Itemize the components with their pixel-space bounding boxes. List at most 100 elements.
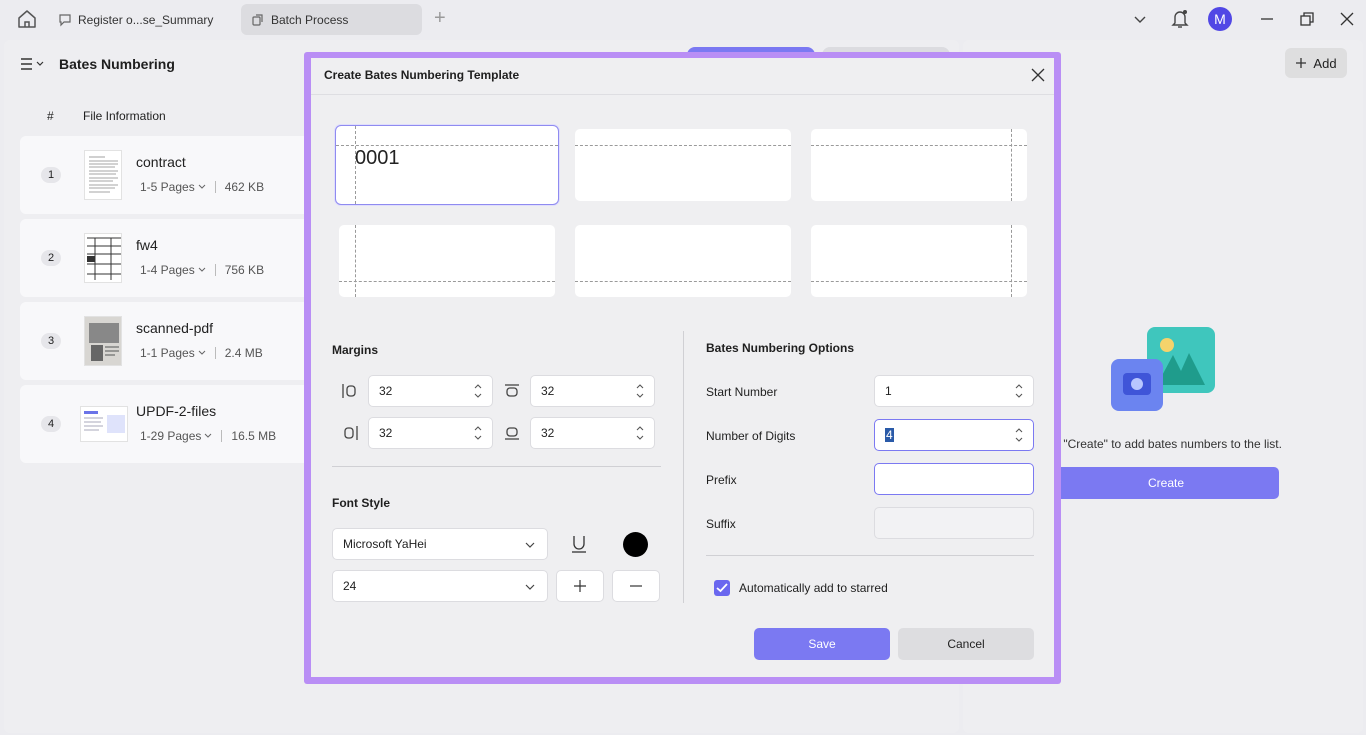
start-number-stepper[interactable]: 1 [874, 375, 1034, 407]
bottom-margin-icon [503, 424, 521, 442]
font-family-value: Microsoft YaHei [343, 537, 427, 551]
stepper-arrows-icon[interactable] [1014, 425, 1024, 445]
divider [683, 331, 684, 603]
create-template-dialog: Create Bates Numbering Template 0001 Mar… [311, 58, 1054, 677]
position-top-right[interactable] [811, 129, 1027, 201]
file-row[interactable]: 4 UPDF-2-files 1-29 Pages 16.5 MB [20, 385, 320, 463]
left-margin-value: 32 [379, 384, 393, 398]
divider [311, 94, 1054, 95]
top-margin-stepper[interactable]: 32 [530, 375, 655, 407]
font-style-title: Font Style [332, 496, 391, 510]
file-name: UPDF-2-files [136, 403, 217, 419]
file-thumbnail [84, 233, 122, 283]
page-range-dropdown[interactable]: 1-5 Pages [140, 180, 195, 194]
file-thumbnail [84, 316, 122, 366]
position-bottom-left[interactable] [339, 225, 555, 297]
page-range-dropdown[interactable]: 1-29 Pages [140, 429, 201, 443]
position-top-center[interactable] [575, 129, 791, 201]
suffix-input[interactable] [874, 507, 1034, 539]
chevron-down-icon [198, 184, 206, 189]
close-icon[interactable] [1029, 66, 1047, 84]
file-thumbnail [80, 406, 128, 442]
digits-stepper[interactable]: 4 [874, 419, 1034, 451]
right-margin-value: 32 [379, 426, 393, 440]
font-size-value: 24 [343, 579, 357, 593]
auto-star-label[interactable]: Automatically add to starred [739, 581, 888, 595]
row-number: 2 [41, 250, 61, 266]
title-bar: Register o...se_Summary Batch Process + … [0, 0, 1366, 38]
file-size: 756 KB [224, 263, 265, 277]
file-name: fw4 [136, 237, 158, 253]
minus-icon [630, 585, 642, 587]
position-bottom-right[interactable] [811, 225, 1027, 297]
digits-label: Number of Digits [706, 429, 796, 443]
save-button[interactable]: Save [754, 628, 890, 660]
increase-font-button[interactable] [556, 570, 604, 602]
auto-star-checkbox[interactable] [714, 580, 730, 596]
tab-label: Batch Process [271, 12, 349, 27]
file-row[interactable]: 2 fw4 1-4 Pages 756 KB [20, 219, 320, 297]
bell-icon[interactable] [1169, 8, 1191, 30]
close-window-icon[interactable] [1336, 8, 1358, 30]
divider [332, 466, 661, 467]
chevron-down-icon[interactable] [1129, 8, 1151, 30]
plus-icon [1296, 58, 1307, 68]
create-button[interactable]: Create [1053, 467, 1279, 499]
font-family-select[interactable]: Microsoft YaHei [332, 528, 548, 560]
add-template-button[interactable]: Add [1285, 48, 1347, 78]
page-range-dropdown[interactable]: 1-1 Pages [140, 346, 195, 360]
file-name: scanned-pdf [136, 320, 214, 336]
stepper-arrows-icon[interactable] [473, 381, 483, 401]
file-meta: 1-5 Pages 462 KB [140, 180, 264, 194]
row-number: 3 [41, 333, 61, 349]
minimize-icon[interactable] [1256, 8, 1278, 30]
decrease-font-button[interactable] [612, 570, 660, 602]
prefix-label: Prefix [706, 473, 737, 487]
restore-icon[interactable] [1296, 8, 1318, 30]
dialog-title: Create Bates Numbering Template [324, 68, 520, 82]
stepper-arrows-icon[interactable] [635, 423, 645, 443]
cancel-button[interactable]: Cancel [898, 628, 1034, 660]
column-header-number: # [47, 109, 54, 123]
underline-icon[interactable] [569, 533, 589, 555]
row-number: 4 [41, 416, 61, 432]
position-top-left[interactable]: 0001 [335, 125, 559, 205]
stepper-arrows-icon[interactable] [635, 381, 645, 401]
home-icon[interactable] [15, 8, 39, 30]
tab-batch-process[interactable]: Batch Process [241, 4, 422, 35]
file-row[interactable]: 1 contract 1-5 Pages 462 KB [20, 136, 320, 214]
comment-icon [58, 13, 72, 27]
bottom-margin-stepper[interactable]: 32 [530, 417, 655, 449]
file-size: 462 KB [224, 180, 265, 194]
checkmark-icon [716, 583, 728, 593]
right-margin-stepper[interactable]: 32 [368, 417, 493, 449]
left-margin-stepper[interactable]: 32 [368, 375, 493, 407]
prefix-input[interactable] [874, 463, 1034, 495]
file-row[interactable]: 3 scanned-pdf 1-1 Pages 2.4 MB [20, 302, 320, 380]
file-size: 2.4 MB [224, 346, 263, 360]
add-label: Add [1313, 55, 1337, 71]
new-tab-icon[interactable]: + [434, 8, 452, 29]
file-size: 16.5 MB [231, 429, 277, 443]
menu-icon[interactable] [20, 55, 50, 73]
position-bottom-center[interactable] [575, 225, 791, 297]
stepper-arrows-icon[interactable] [473, 423, 483, 443]
stepper-arrows-icon[interactable] [1014, 381, 1024, 401]
start-number-value: 1 [885, 384, 892, 398]
bates-preview-text: 0001 [355, 147, 400, 169]
file-thumbnail [84, 150, 122, 200]
suffix-label: Suffix [706, 517, 736, 531]
chevron-down-icon [198, 350, 206, 355]
empty-state-illustration [1109, 325, 1217, 413]
tab-register-summary[interactable]: Register o...se_Summary [48, 4, 238, 35]
font-size-select[interactable]: 24 [332, 570, 548, 602]
avatar[interactable]: M [1208, 7, 1232, 31]
bottom-margin-value: 32 [541, 426, 555, 440]
page-range-dropdown[interactable]: 1-4 Pages [140, 263, 195, 277]
options-title: Bates Numbering Options [706, 341, 855, 355]
panel-title: Bates Numbering [59, 56, 175, 72]
font-color-swatch[interactable] [623, 532, 648, 557]
file-name: contract [136, 154, 186, 170]
start-number-label: Start Number [706, 385, 778, 399]
chevron-down-icon [198, 267, 206, 272]
